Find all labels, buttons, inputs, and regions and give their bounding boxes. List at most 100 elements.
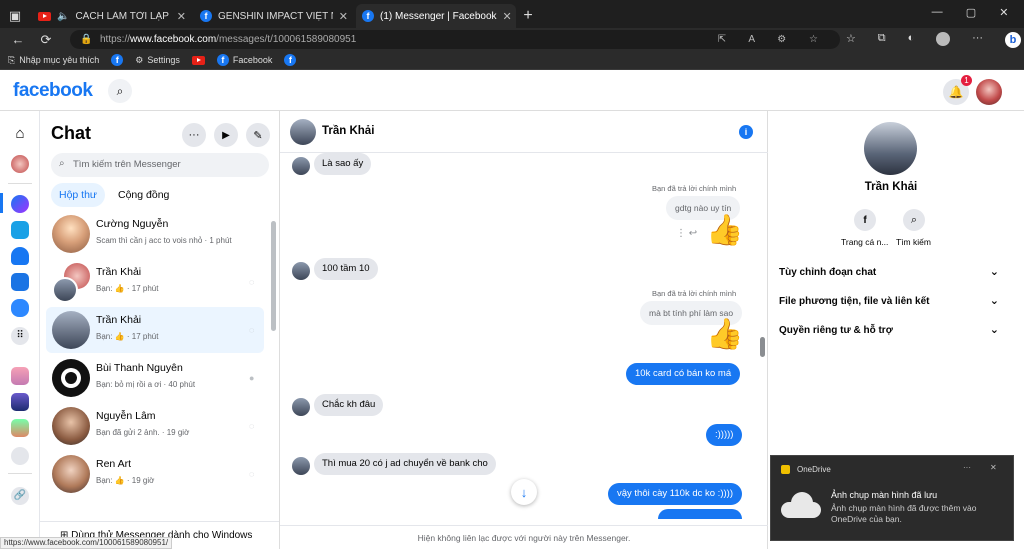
facebook-icon: f [111,54,124,66]
toast-body: Ảnh chụp màn hình đã được thêm vào OneDr… [831,503,977,524]
section-customize-chat[interactable]: Tùy chỉnh đoạn chat ⌄ [779,266,999,278]
watch-icon[interactable] [11,221,29,239]
more-options-icon[interactable]: ··· [182,123,206,147]
home-icon[interactable]: ⌂ [11,125,29,143]
message-bubble[interactable]: Là sao ấy [314,153,372,175]
link-icon[interactable]: 🔗 [11,487,29,505]
chat-item-selected[interactable]: Trần Khải Bạn: 👍 · 17 phút ◌ [46,307,264,353]
chat-item[interactable]: Ren Art Bạn: 👍 · 19 giờ ◌ [46,451,264,497]
gaming-icon[interactable] [11,299,29,317]
section-privacy-support[interactable]: Quyền riêng tư & hỗ trợ ⌄ [779,324,999,336]
maximize-icon[interactable]: ▢ [966,6,976,19]
status-bar-url: https://www.facebook.com/100061589080951… [0,537,173,549]
close-window-icon[interactable]: ✕ [999,6,1008,19]
profile-shortcut-icon[interactable] [11,155,29,173]
search-icon[interactable]: ⌕ [108,79,132,103]
url-field[interactable]: 🔒 https://www.facebook.com/messages/t/10… [70,30,840,49]
bookmark-youtube[interactable] [191,55,205,65]
message-bubble[interactable]: vậy thôi cày 110k dc ko :)))) [608,483,742,505]
new-video-call-icon[interactable]: ▶ [214,123,238,147]
search-action-label: Tìm kiếm [896,237,931,247]
message-bubble[interactable]: 100 tầm 10 [314,258,378,280]
contact-avatar[interactable] [290,119,316,145]
account-avatar[interactable] [976,79,1002,105]
search-in-chat-icon[interactable]: ⌕ [903,209,925,231]
rail-divider [8,473,32,474]
contact-name[interactable]: Trần Khải [322,125,374,137]
avatar [52,455,90,493]
section-media-files[interactable]: File phương tiện, file và liên kết ⌄ [779,295,999,307]
bookmark-settings[interactable]: ⚙ Settings [135,55,180,66]
refresh-icon[interactable]: ⟳ [34,30,58,50]
onedrive-notification[interactable]: OneDrive ··· ✕ Ảnh chụp màn hình đã lưu … [770,455,1014,541]
search-icon: ⌕ [59,158,65,169]
sender-avatar [292,457,310,475]
tab-community[interactable]: Cộng đồng [118,183,169,207]
shortcut-2-icon[interactable] [11,393,29,411]
chat-item[interactable]: Bùi Thanh Nguyên Bạn: bỏ mị rồi a ơi · 4… [46,355,264,401]
message-bubble[interactable]: Thì mua 20 có j ad chuyển về bank cho [314,453,496,475]
seen-icon: ◌ [249,277,255,287]
message-actions-icon[interactable]: ⋮ ↩ [676,228,697,239]
speaker-icon: 🔈 [57,10,70,22]
message-bubble[interactable]: :))))) [706,424,743,446]
facebook-profile-icon[interactable]: f [854,209,876,231]
profile-icon[interactable] [936,32,951,46]
close-tab-icon[interactable]: ✕ [503,10,512,23]
chat-item[interactable]: Nguyễn Lâm Bạn đã gửi 2 ảnh. · 19 giờ ◌ [46,403,264,449]
messenger-icon[interactable] [11,195,29,213]
chat-item[interactable]: Cường Nguyễn Scam thì cần j acc to vois … [46,211,264,257]
shortcut-1-icon[interactable] [11,367,29,385]
bookmark-facebook[interactable]: f Facebook [216,54,272,66]
chat-preview: Bạn: 👍 · 19 giờ [96,476,155,485]
tab-title: (1) Messenger | Facebook [380,10,497,22]
message-bubble[interactable]: Chắc kh đâu [314,394,384,416]
toast-app-name: OneDrive [797,465,831,474]
browser-tab-messenger[interactable]: f (1) Messenger | Facebook ✕ [356,4,516,28]
minimize-icon[interactable]: — [932,6,943,19]
bookmark-fb-2[interactable]: f [284,54,297,66]
bing-icon[interactable]: b [1005,32,1021,48]
rail-divider [8,183,32,184]
profile-photo[interactable] [864,122,917,175]
shortcut-3-icon[interactable] [11,419,29,437]
reply-note: Bạn đã trả lời chính mình [652,184,737,193]
conversation-scrollbar[interactable] [760,337,765,357]
friends-icon[interactable] [11,247,29,265]
close-tab-icon[interactable]: ✕ [339,10,348,23]
chat-title: Chat [51,123,91,143]
extensions-icon[interactable]: ◐ [908,32,915,48]
sender-avatar [292,157,310,175]
browser-tab-genshin[interactable]: f GENSHIN IMPACT VIỆT NAM TRA ✕ [194,4,354,28]
new-tab-icon[interactable]: + [516,4,540,28]
chevron-down-icon: ⌄ [989,295,999,307]
facebook-icon: f [200,10,212,22]
chat-list-scrollbar[interactable] [271,221,276,331]
scroll-to-bottom-icon[interactable]: ↓ [511,479,537,505]
tab-actions-icon[interactable]: ▣ [0,4,30,28]
tab-inbox[interactable]: Hộp thư [51,183,105,207]
back-icon[interactable]: ← [6,30,30,50]
groups-icon[interactable] [11,447,29,465]
youtube-icon [191,55,205,65]
facebook-logo[interactable]: facebook [13,80,93,102]
avatar [52,277,78,303]
browser-tab-youtube[interactable]: 🔈 CÁCH LÀM TỜI LẠP BÁT - N ✕ [32,4,192,28]
toast-close-icon[interactable]: ✕ [990,463,997,472]
bookmark-import[interactable]: ⎘ Nhập mục yêu thích [8,55,99,66]
more-icon[interactable]: ··· [972,32,983,48]
bookmark-fb-1[interactable]: f [111,54,124,66]
avatar [52,407,90,445]
close-tab-icon[interactable]: ✕ [177,10,186,23]
collections-icon[interactable]: ⧉ [878,32,886,48]
toast-more-icon[interactable]: ··· [963,463,971,472]
info-icon[interactable]: i [739,125,753,139]
marketplace-icon[interactable] [11,273,29,291]
chat-item[interactable]: Trần Khải Bạn: 👍 · 17 phút ◌ [46,259,264,305]
new-message-icon[interactable]: ✎ [246,123,270,147]
menu-grid-icon[interactable]: ⠿ [11,327,29,345]
message-bubble[interactable]: 10k card có bán ko má [626,363,741,385]
favorites-icon[interactable]: ☆ [846,32,856,48]
chat-name: Trần Khải [96,266,142,278]
search-messenger-input[interactable]: ⌕ Tìm kiếm trên Messenger [51,153,269,177]
